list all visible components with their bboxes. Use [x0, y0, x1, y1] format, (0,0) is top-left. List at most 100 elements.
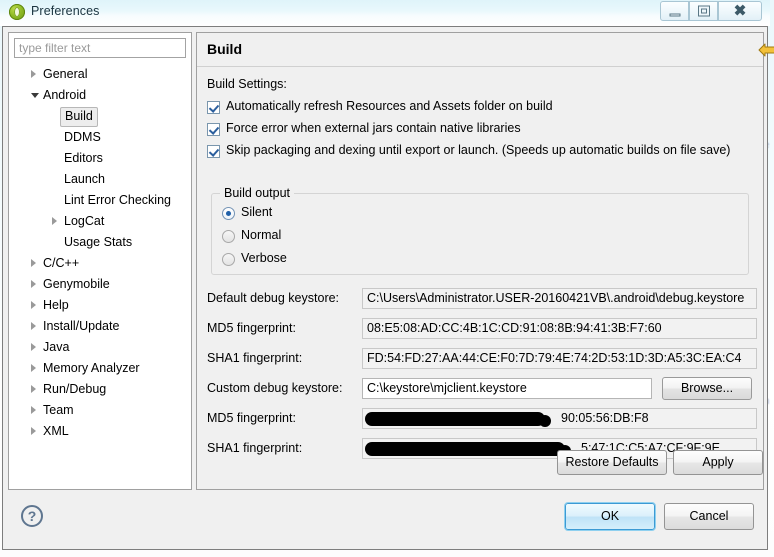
sidebar-item-usage-stats[interactable]: Usage Stats [9, 232, 191, 253]
checkbox-label: Automatically refresh Resources and Asse… [226, 99, 553, 113]
restore-defaults-button[interactable]: Restore Defaults [557, 450, 667, 475]
sidebar-item-logcat[interactable]: LogCat [9, 211, 191, 232]
restore-button[interactable] [689, 1, 718, 21]
window-title: Preferences [31, 4, 100, 18]
sidebar-item-label: Android [43, 88, 87, 102]
tree-expand-arrow-right-icon[interactable] [31, 322, 36, 330]
preferences-tree-pane: General Android Build DDMS Editors Launch Lint… [8, 32, 192, 490]
preferences-tree: General Android Build DDMS Editors Launch Lint… [9, 64, 191, 442]
back-arrow-icon [758, 43, 774, 57]
tree-expand-arrow-right-icon[interactable] [31, 364, 36, 372]
sidebar-item-run-debug[interactable]: Run/Debug [9, 379, 191, 400]
sidebar-item-xml[interactable]: XML [9, 421, 191, 442]
checkbox-icon[interactable] [207, 123, 220, 136]
sidebar-item-c-c[interactable]: C/C++ [9, 253, 191, 274]
sidebar-item-label: Team [43, 403, 74, 417]
sidebar-item-install-update[interactable]: Install/Update [9, 316, 191, 337]
sidebar-item-editors[interactable]: Editors [9, 148, 191, 169]
restore-icon [697, 5, 710, 17]
keystore-field-row: SHA1 fingerprint: FD:54:FD:27:AA:44:CE:F0… [207, 348, 757, 370]
tree-expand-arrow-right-icon[interactable] [31, 70, 36, 78]
minimize-button[interactable] [660, 1, 689, 21]
sidebar-item-help[interactable]: Help [9, 295, 191, 316]
sidebar-item-label: LogCat [64, 214, 105, 228]
tree-expand-arrow-right-icon[interactable] [31, 280, 36, 288]
preferences-window: Preferences ✖ General Android Build DDMS Edi… [0, 0, 774, 552]
sidebar-item-label: Usage Stats [64, 235, 133, 249]
help-icon[interactable]: ? [21, 505, 43, 527]
ok-button[interactable]: OK [564, 502, 656, 531]
sidebar-item-label: Launch [64, 172, 106, 186]
sidebar-item-java[interactable]: Java [9, 337, 191, 358]
browse-button[interactable]: Browse... [662, 377, 752, 400]
tree-expand-arrow-right-icon[interactable] [31, 259, 36, 267]
keystore-readonly-field: 08:E5:08:AD:CC:4B:1C:CD:91:08:8B:94:41:3… [362, 318, 757, 339]
cancel-button[interactable]: Cancel [664, 503, 754, 530]
checkbox-icon[interactable] [207, 145, 220, 158]
tree-expand-arrow-right-icon[interactable] [52, 217, 57, 225]
close-icon: ✖ [733, 2, 747, 20]
keystore-field-value: C:\Users\Administrator.USER-20160421VB\.… [367, 291, 745, 305]
redaction-marker [365, 412, 551, 427]
eclipse-icon [9, 4, 25, 20]
sidebar-item-general[interactable]: General [9, 64, 191, 85]
sidebar-item-label: Run/Debug [43, 382, 107, 396]
title-divider [197, 66, 763, 67]
sidebar-item-genymobile[interactable]: Genymobile [9, 274, 191, 295]
sidebar-item-label: Build [60, 107, 98, 127]
apply-button[interactable]: Apply [673, 450, 763, 475]
sidebar-item-label: Editors [64, 151, 103, 165]
close-button[interactable]: ✖ [718, 1, 762, 21]
build-output-group: Build output Silent Normal Verbose [211, 186, 749, 275]
sidebar-item-build[interactable]: Build [9, 106, 191, 127]
keystore-field-label: MD5 fingerprint: [207, 411, 296, 425]
build-settings-pane: Build Build Settings: Automatically refr… [196, 32, 774, 490]
sidebar-item-ddms[interactable]: DDMS [9, 127, 191, 148]
sidebar-item-label: XML [43, 424, 69, 438]
sidebar-item-launch[interactable]: Launch [9, 169, 191, 190]
keystore-field-label: Default debug keystore: [207, 291, 340, 305]
back-button[interactable] [757, 41, 774, 59]
keystore-field-row: MD5 fingerprint: 90:05:56:DB:F8 [207, 408, 757, 430]
radio-icon[interactable] [222, 253, 235, 266]
filter-input[interactable] [14, 38, 186, 58]
keystore-readonly-field: 90:05:56:DB:F8 [362, 408, 757, 429]
keystore-field-row: MD5 fingerprint: 08:E5:08:AD:CC:4B:1C:CD:… [207, 318, 757, 340]
sidebar-item-label: Memory Analyzer [43, 361, 140, 375]
sidebar-item-android[interactable]: Android [9, 85, 191, 106]
sidebar-item-label: C/C++ [43, 256, 80, 270]
keystore-readonly-field: C:\Users\Administrator.USER-20160421VB\.… [362, 288, 757, 309]
keystore-readonly-field: FD:54:FD:27:AA:44:CE:F0:7D:79:4E:74:2D:5… [362, 348, 757, 369]
page-title: Build [207, 41, 242, 57]
sidebar-item-label: General [43, 67, 88, 81]
tree-expand-arrow-right-icon[interactable] [31, 301, 36, 309]
keystore-field-value: 90:05:56:DB:F8 [561, 411, 649, 425]
radio-label: Verbose [241, 251, 287, 265]
keystore-field-row: Custom debug keystore: C:\keystore\mjclie… [207, 377, 755, 400]
checkbox-label: Skip packaging and dexing until export o… [226, 143, 731, 157]
tree-expand-arrow-down-icon[interactable] [31, 93, 39, 98]
sidebar-item-label: Java [43, 340, 70, 354]
sidebar-item-label: Install/Update [43, 319, 120, 333]
checkbox-icon[interactable] [207, 101, 220, 114]
sidebar-item-label: Help [43, 298, 69, 312]
tree-expand-arrow-right-icon[interactable] [31, 406, 36, 414]
custom-keystore-input[interactable]: C:\keystore\mjclient.keystore [362, 378, 652, 399]
radio-icon[interactable] [222, 207, 235, 220]
radio-icon[interactable] [222, 230, 235, 243]
build-settings-label: Build Settings: [207, 77, 287, 91]
keystore-field-label: SHA1 fingerprint: [207, 441, 303, 455]
radio-label: Silent [241, 205, 273, 219]
sidebar-item-label: Lint Error Checking [64, 193, 171, 207]
keystore-field-label: Custom debug keystore: [207, 381, 343, 395]
sidebar-item-team[interactable]: Team [9, 400, 191, 421]
tree-expand-arrow-right-icon[interactable] [31, 385, 36, 393]
tree-expand-arrow-right-icon[interactable] [31, 343, 36, 351]
sidebar-item-lint-error-checking[interactable]: Lint Error Checking [9, 190, 191, 211]
keystore-field-label: MD5 fingerprint: [207, 321, 296, 335]
sidebar-item-memory-analyzer[interactable]: Memory Analyzer [9, 358, 191, 379]
sidebar-item-label: Genymobile [43, 277, 110, 291]
tree-expand-arrow-right-icon[interactable] [31, 427, 36, 435]
keystore-field-value: C:\keystore\mjclient.keystore [367, 381, 527, 395]
title-bar[interactable]: Preferences ✖ [0, 0, 770, 26]
